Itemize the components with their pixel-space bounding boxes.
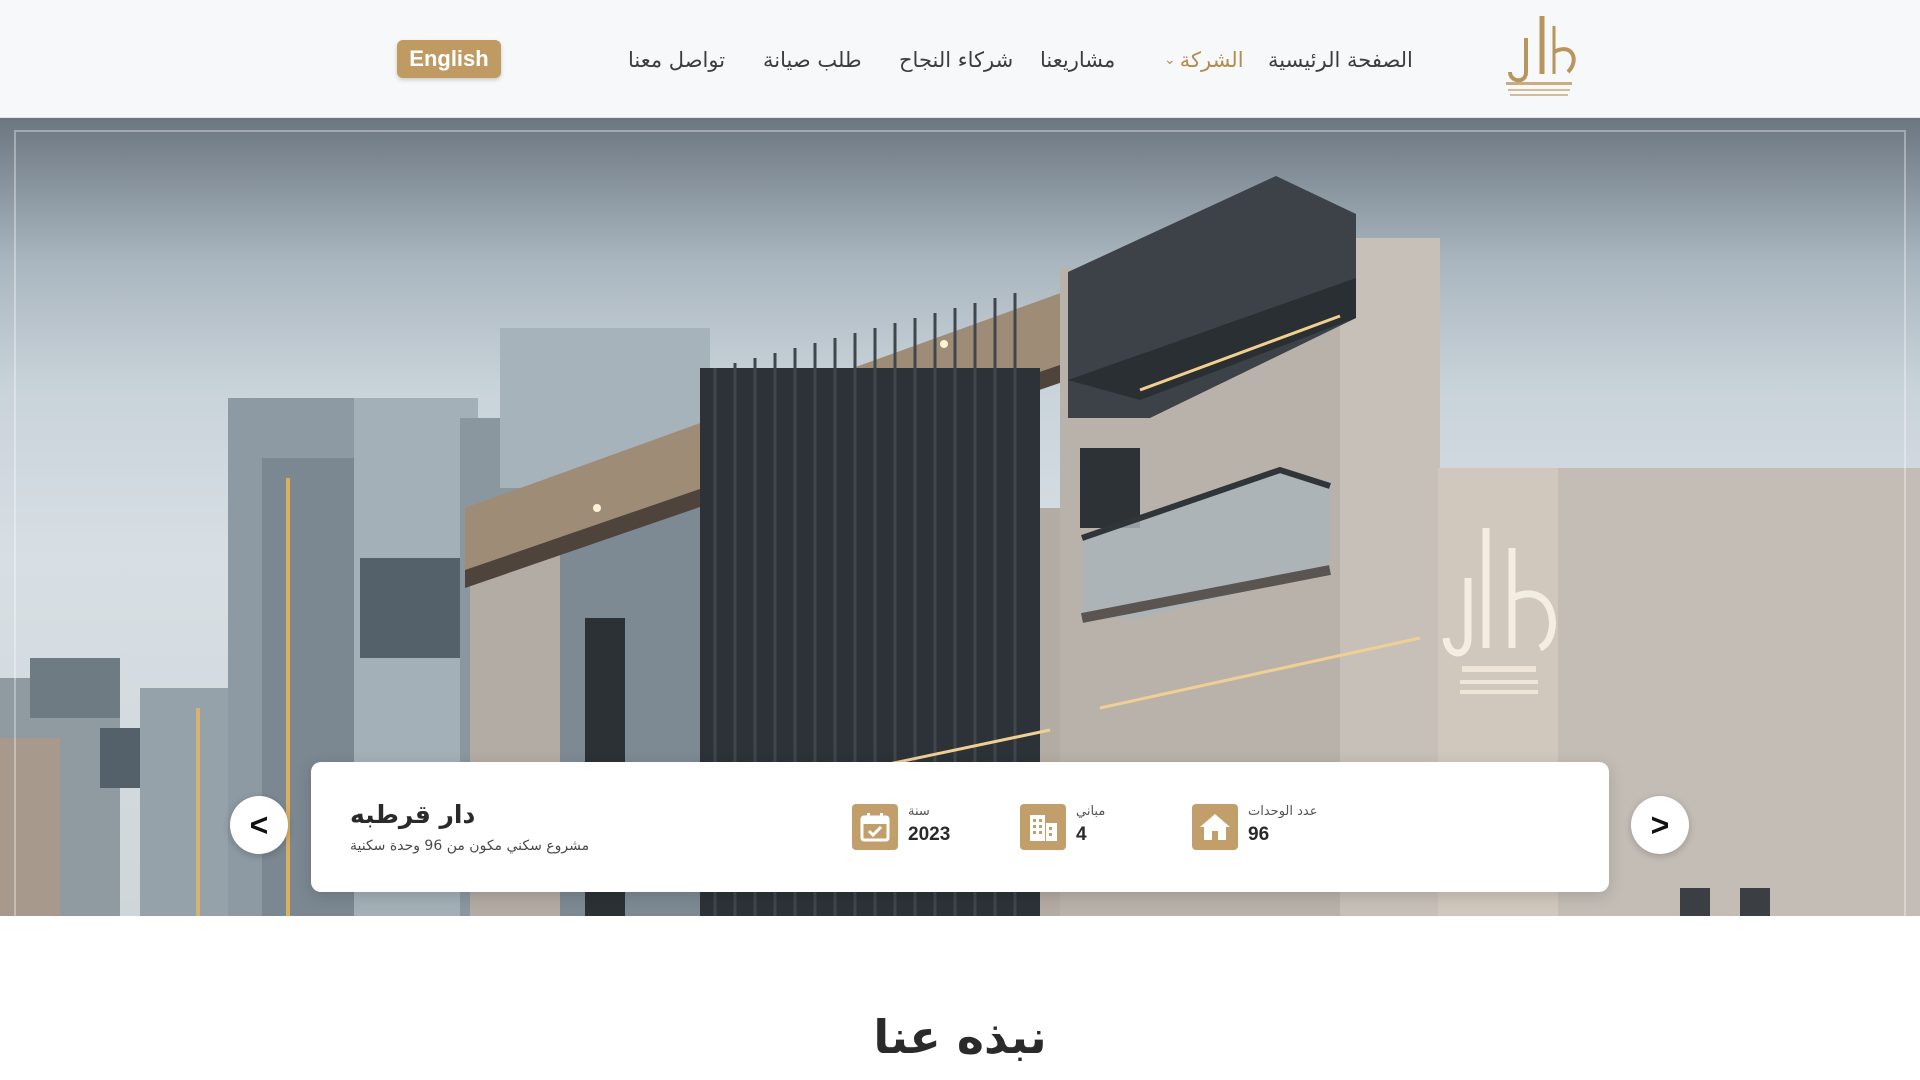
language-toggle-button[interactable]: English <box>397 40 501 78</box>
nav-contact[interactable]: تواصل معنا <box>628 40 725 80</box>
project-description: مشروع سكني مكون من 96 وحدة سكنية <box>350 838 590 854</box>
nav-partners[interactable]: شركاء النجاح <box>899 40 1013 80</box>
calendar-icon <box>852 804 898 850</box>
stat-buildings: مباني 4 <box>1020 802 1140 852</box>
nav-maintenance-request[interactable]: طلب صيانة <box>763 40 862 80</box>
nav-projects[interactable]: مشاريعنا <box>1040 40 1115 80</box>
house-icon <box>1192 804 1238 850</box>
slider-next-button[interactable]: > <box>1631 796 1689 854</box>
stat-units: عدد الوحدات 96 <box>1192 802 1332 852</box>
stat-year: سنة 2023 <box>852 802 992 852</box>
nav-home[interactable]: الصفحة الرئيسية <box>1268 40 1413 80</box>
about-section-title: نبذه عنا <box>873 1010 1047 1064</box>
building-icon <box>1020 804 1066 850</box>
nav-company[interactable]: ⌄ الشركة <box>1160 40 1244 80</box>
project-title[interactable]: دار قرطبه <box>350 800 475 829</box>
site-header: الصفحة الرئيسية ⌄ الشركة مشاريعنا شركاء … <box>0 0 1920 118</box>
slider-prev-button[interactable]: < <box>230 796 288 854</box>
dar-logo-icon[interactable] <box>1496 12 1582 102</box>
chevron-down-icon: ⌄ <box>1164 52 1176 68</box>
